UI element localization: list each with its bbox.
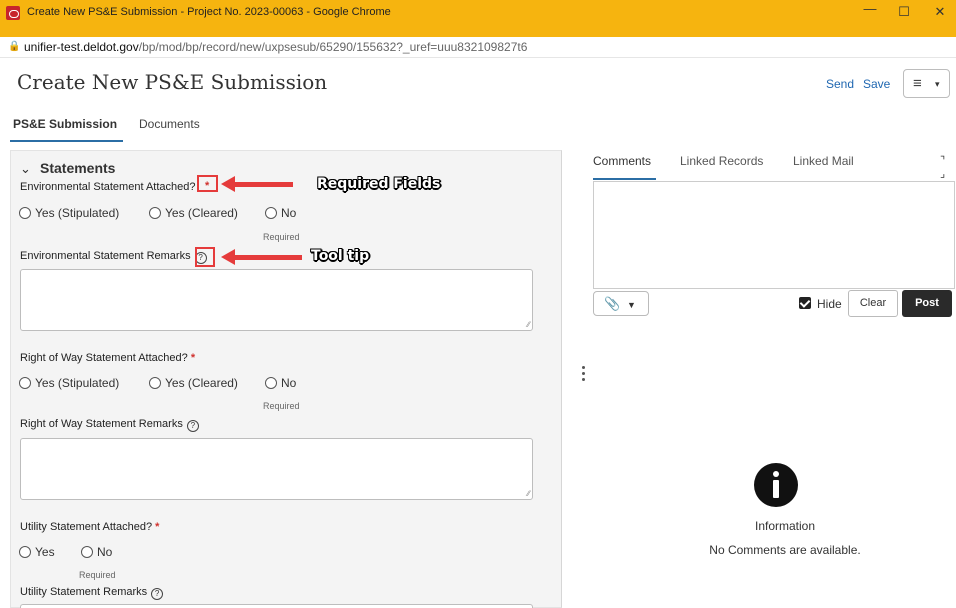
- chevron-down-icon[interactable]: ⌄: [20, 161, 31, 177]
- tooltip-annotation-arrow: [221, 249, 302, 265]
- radio-row-yes-cleared[interactable]: Yes (Cleared): [149, 376, 238, 390]
- required-note: Required: [263, 232, 300, 242]
- oracle-app-icon: [6, 6, 20, 20]
- radio-row-no[interactable]: No: [265, 376, 296, 390]
- actions-menu-button[interactable]: ≡ ▾: [903, 69, 950, 98]
- section-title-text: Statements: [40, 160, 116, 176]
- hamburger-icon: ≡: [913, 75, 922, 92]
- panel-splitter-handle[interactable]: [582, 366, 586, 388]
- address-bar[interactable]: 🔒 unifier-test.deldot.gov/bp/mod/bp/reco…: [0, 37, 956, 58]
- minimize-button[interactable]: —: [860, 1, 880, 16]
- radio-utility-yes[interactable]: Yes: [19, 545, 55, 559]
- required-star: *: [190, 352, 196, 364]
- tab-linked-mail[interactable]: Linked Mail: [793, 154, 854, 168]
- row-statement-remarks-input[interactable]: ∕∕: [20, 438, 533, 500]
- expand-icon[interactable]: ⌝ ⌟: [940, 154, 945, 180]
- radio-env-yes-stipulated[interactable]: Yes (Stipulated): [19, 206, 119, 220]
- radio-label: No: [281, 206, 297, 220]
- radio-label: Yes: [35, 545, 55, 559]
- radio-circle[interactable]: [265, 207, 277, 219]
- annotation-required-fields: Required Fields: [317, 176, 441, 192]
- hide-label: Hide: [817, 297, 842, 311]
- resize-grip-icon[interactable]: ∕∕: [527, 320, 530, 329]
- tab-documents[interactable]: Documents: [139, 117, 200, 131]
- radio-row-yes-stipulated[interactable]: Yes (Stipulated): [19, 376, 119, 390]
- lock-icon: 🔒: [8, 41, 21, 52]
- radio-circle[interactable]: [19, 546, 31, 558]
- utility-statement-attached-label: Utility Statement Attached? *: [20, 521, 159, 533]
- window-title: Create New PS&E Submission - Project No.…: [27, 6, 391, 18]
- radio-circle[interactable]: [149, 377, 161, 389]
- caret-down-icon: ▾: [935, 79, 940, 89]
- help-tooltip-icon[interactable]: ?: [186, 420, 199, 432]
- radio-label: Yes (Stipulated): [35, 376, 120, 390]
- radio-env-yes-cleared[interactable]: Yes (Cleared): [149, 206, 238, 220]
- radio-label: No: [281, 376, 297, 390]
- radio-label: Yes (Cleared): [165, 206, 238, 220]
- required-note: Required: [79, 570, 116, 580]
- env-statement-remarks-label: Environmental Statement Remarks?: [20, 250, 207, 264]
- hide-checkbox[interactable]: [799, 297, 811, 309]
- send-button[interactable]: Send: [826, 77, 854, 91]
- radio-circle[interactable]: [19, 377, 31, 389]
- env-statement-attached-label: Environmental Statement Attached?: [20, 181, 196, 193]
- url-text[interactable]: unifier-test.deldot.gov/bp/mod/bp/record…: [24, 40, 527, 54]
- tab-pse-submission[interactable]: PS&E Submission: [13, 117, 117, 131]
- active-tab-indicator: [10, 140, 123, 142]
- radio-circle[interactable]: [19, 207, 31, 219]
- radio-utility-no[interactable]: No: [81, 545, 112, 559]
- clear-button[interactable]: Clear: [848, 290, 898, 317]
- required-star: *: [155, 521, 160, 533]
- row-statement-attached-label: Right of Way Statement Attached? *: [20, 352, 195, 364]
- close-window-button[interactable]: ✕: [930, 4, 950, 20]
- empty-state-title: Information: [754, 519, 816, 533]
- page-title: Create New PS&E Submission: [17, 70, 328, 94]
- paperclip-icon: 📎: [604, 296, 621, 311]
- radio-env-no[interactable]: No: [265, 206, 296, 220]
- required-annotation-box: [197, 175, 218, 192]
- radio-label: Yes (Cleared): [165, 376, 238, 390]
- utility-remarks-text: Utility Statement Remarks: [20, 586, 148, 598]
- section-statements-title[interactable]: Statements: [40, 160, 115, 176]
- caret-down-icon: ▼: [627, 300, 636, 310]
- comments-tab-indicator: [593, 178, 656, 180]
- empty-state-message: No Comments are available.: [709, 543, 861, 557]
- attach-button[interactable]: 📎 ▼: [593, 291, 649, 316]
- comment-input[interactable]: [593, 181, 955, 289]
- url-host: unifier-test.deldot.gov: [24, 40, 139, 54]
- radio-label: Yes (Stipulated): [35, 206, 120, 220]
- annotation-tool-tip: Tool tip: [311, 248, 370, 264]
- save-button[interactable]: Save: [863, 77, 890, 91]
- required-annotation-arrow: [221, 176, 293, 192]
- radio-circle[interactable]: [81, 546, 93, 558]
- utility-statement-attached-text: Utility Statement Attached?: [20, 521, 153, 533]
- url-path: /bp/mod/bp/record/new/uxpsesub/65290/155…: [138, 40, 528, 54]
- radio-circle[interactable]: [149, 207, 161, 219]
- utility-statement-remarks-input[interactable]: [20, 604, 533, 608]
- tab-comments[interactable]: Comments: [593, 154, 651, 168]
- env-statement-attached-text: Environmental Statement Attached?: [20, 181, 196, 193]
- row-statement-attached-text: Right of Way Statement Attached?: [20, 352, 188, 364]
- row-remarks-text: Right of Way Statement Remarks: [20, 418, 183, 430]
- window-titlebar: Create New PS&E Submission - Project No.…: [0, 0, 956, 37]
- radio-label: No: [97, 545, 113, 559]
- env-statement-remarks-input[interactable]: ∕∕: [20, 269, 533, 331]
- row-statement-remarks-label: Right of Way Statement Remarks?: [20, 418, 199, 432]
- tooltip-annotation-box: [195, 247, 215, 267]
- info-icon: [754, 463, 798, 507]
- env-remarks-text: Environmental Statement Remarks: [20, 250, 191, 262]
- post-button[interactable]: Post: [902, 290, 952, 317]
- resize-grip-icon[interactable]: ∕∕: [527, 489, 530, 498]
- radio-circle[interactable]: [265, 377, 277, 389]
- maximize-button[interactable]: ☐: [894, 4, 914, 20]
- required-note: Required: [263, 401, 300, 411]
- utility-statement-remarks-label: Utility Statement Remarks?: [20, 586, 164, 600]
- tab-linked-records[interactable]: Linked Records: [680, 154, 763, 168]
- help-tooltip-icon[interactable]: ?: [151, 588, 164, 600]
